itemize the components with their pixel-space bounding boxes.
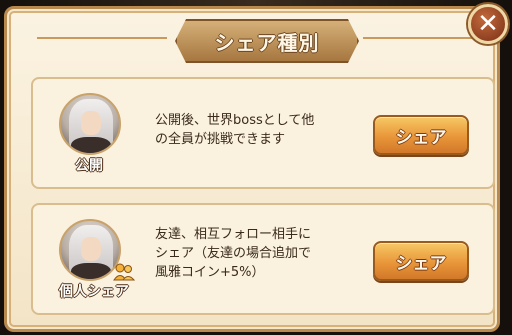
option-label-personal: 個人シェア (59, 284, 129, 300)
option-description: 公開後、世界bossとして他 の全員が挑戦できます (155, 113, 315, 147)
option-label-public: 公開 (75, 158, 103, 174)
dialog-title: シェア種別 (214, 30, 320, 55)
avatar (59, 93, 121, 155)
title-ornament-right (363, 37, 483, 39)
people-icon (113, 263, 135, 281)
close-button[interactable]: ✕ (468, 4, 508, 44)
avatar (59, 219, 121, 281)
share-option-personal: 個人シェア 友達、相互フォロー相手に シェア（友達の場合追加で 風雅コイン+5%… (31, 203, 495, 315)
close-icon: ✕ (477, 9, 499, 39)
share-option-public: 公開 公開後、世界bossとして他 の全員が挑戦できます シェア (31, 77, 495, 189)
title-ornament-left (37, 37, 167, 39)
share-public-button[interactable]: シェア (373, 115, 469, 155)
option-description: 友達、相互フォロー相手に シェア（友達の場合追加で 風雅コイン+5%） (155, 227, 312, 280)
share-type-dialog: シェア種別 公開 公開後、世界bossとして他 の全員が挑戦できます シェア 個… (4, 6, 500, 332)
share-personal-button[interactable]: シェア (373, 241, 469, 281)
title-banner: シェア種別 (175, 19, 359, 63)
